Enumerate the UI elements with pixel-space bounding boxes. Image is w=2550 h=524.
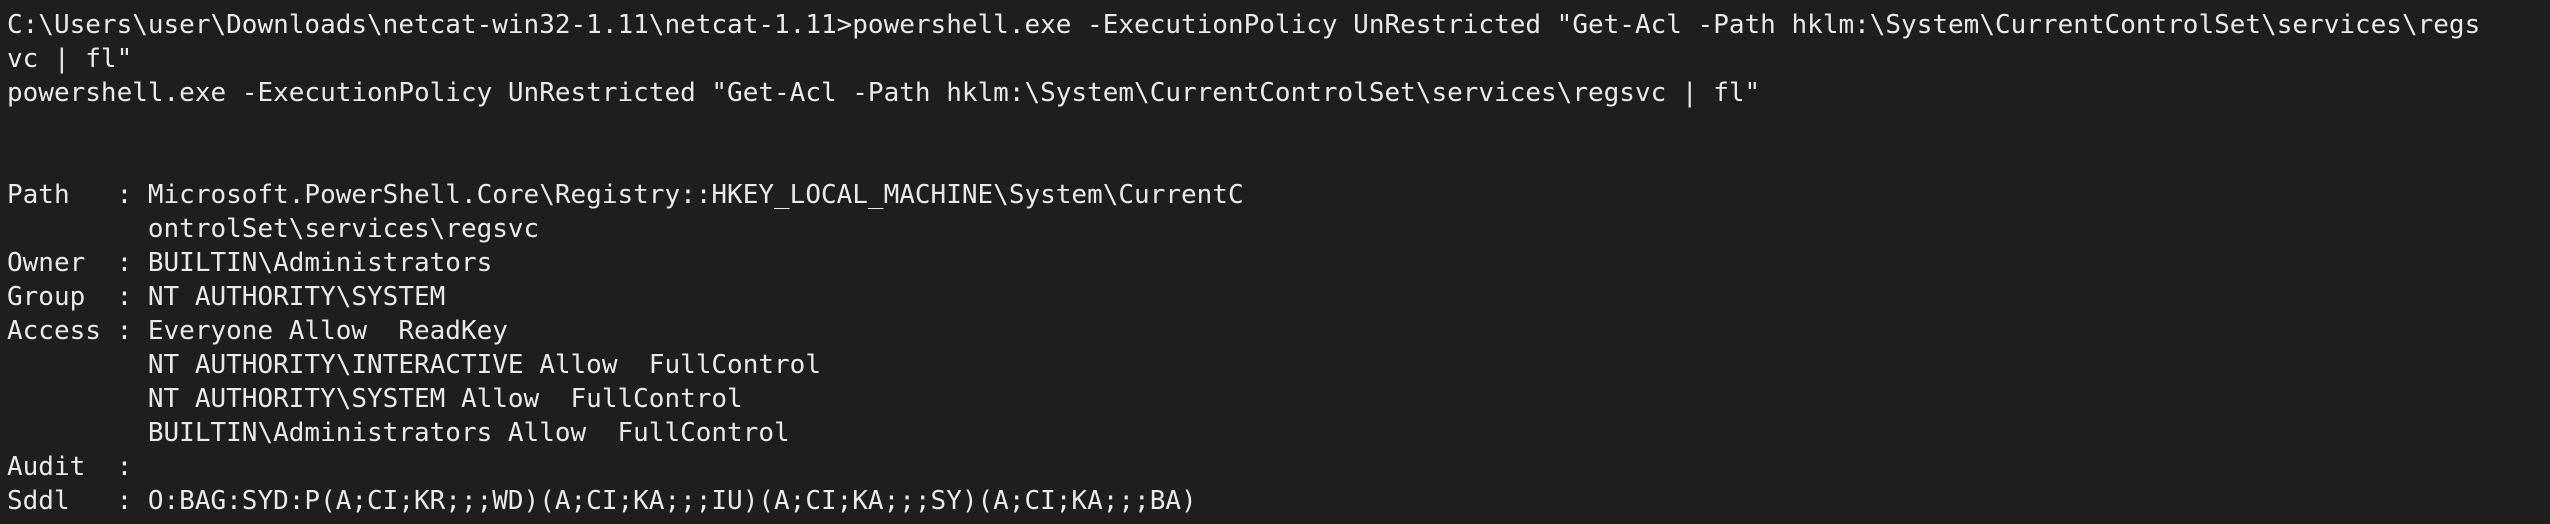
output-audit: Audit : [7, 452, 133, 482]
output-access-entry: NT AUTHORITY\SYSTEM Allow FullControl [7, 384, 743, 414]
output-path-wrap: ontrolSet\services\regsvc [7, 214, 540, 244]
terminal-window[interactable]: C:\Users\user\Downloads\netcat-win32-1.1… [0, 0, 2550, 524]
output-access-entry: NT AUTHORITY\INTERACTIVE Allow FullContr… [7, 350, 821, 380]
blank-lines [7, 110, 2550, 178]
output-owner: Owner : BUILTIN\Administrators [7, 248, 493, 278]
output-sddl: Sddl : O:BAG:SYD:P(A;CI;KR;;;WD)(A;CI;KA… [7, 486, 1197, 516]
output-access-entry: BUILTIN\Administrators Allow FullControl [7, 418, 790, 448]
command-line: C:\Users\user\Downloads\netcat-win32-1.1… [7, 10, 2481, 40]
output-path: Path : Microsoft.PowerShell.Core\Registr… [7, 180, 1244, 210]
command-line-wrap: vc | fl" [7, 44, 133, 74]
output-access: Access : Everyone Allow ReadKey [7, 316, 508, 346]
echoed-command: powershell.exe -ExecutionPolicy UnRestri… [7, 78, 1761, 108]
output-group: Group : NT AUTHORITY\SYSTEM [7, 282, 446, 312]
